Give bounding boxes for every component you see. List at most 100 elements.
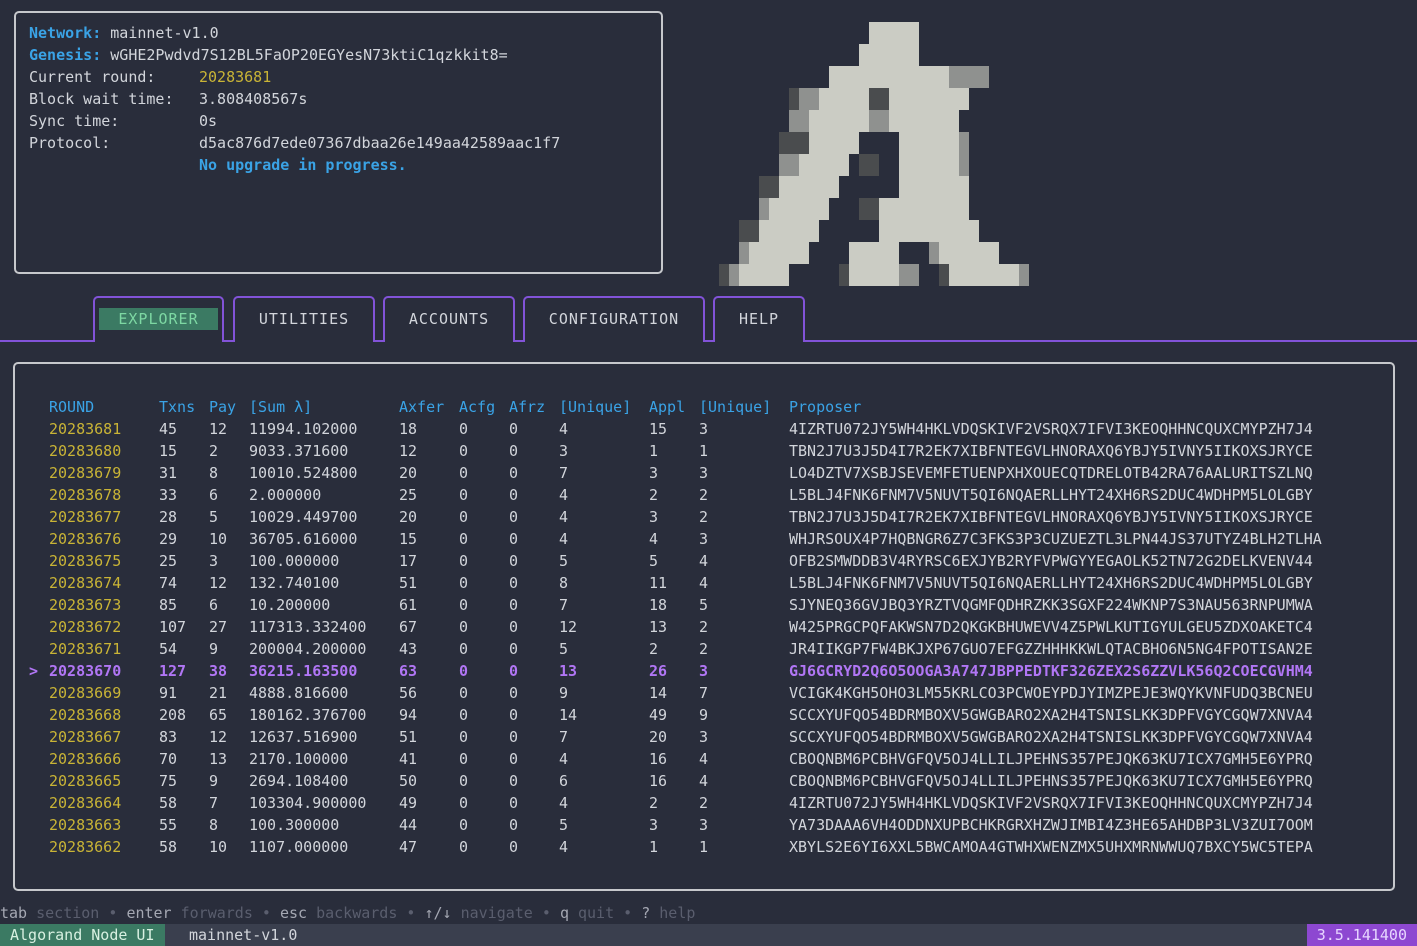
table-cell: 100.000000 — [249, 552, 340, 570]
table-cell: 0 — [509, 618, 519, 636]
tab-explorer[interactable]: EXPLORER — [93, 296, 224, 342]
table-cell: 208 — [159, 706, 187, 724]
tab-configuration[interactable]: CONFIGURATION — [523, 296, 705, 342]
table-cell: 13 — [559, 662, 578, 680]
col-acfg[interactable]: Acfg — [459, 396, 495, 418]
table-cell: 200004.200000 — [249, 640, 367, 658]
col-proposer[interactable]: Proposer — [789, 396, 861, 418]
table-cell: 58 — [159, 838, 178, 856]
table-cell: 1 — [699, 838, 709, 856]
table-cell: 2694.108400 — [249, 772, 349, 790]
table-cell: 8 — [209, 816, 219, 834]
table-cell: 20283666 — [49, 750, 122, 768]
table-cell: 7 — [559, 596, 569, 614]
genesis-value: wGHE2Pwdvd7S12BL5FaOP20EGYesN73ktiC1qzkk… — [110, 46, 508, 64]
table-cell: 0 — [459, 530, 469, 548]
table-cell: 36705.616000 — [249, 530, 358, 548]
table-cell: 0 — [459, 838, 469, 856]
table-cell: 15 — [399, 530, 418, 548]
table-cell: 2170.100000 — [249, 750, 349, 768]
table-cell: 5 — [559, 816, 569, 834]
table-cell: 51 — [399, 728, 418, 746]
tab-help[interactable]: HELP — [713, 296, 805, 342]
table-cell: 0 — [459, 618, 469, 636]
table-cell: 4 — [559, 750, 569, 768]
hint-description: help — [659, 904, 696, 922]
table-cell: 0 — [459, 486, 469, 504]
table-cell: 12637.516900 — [249, 728, 358, 746]
table-cell: 3 — [699, 728, 709, 746]
table-cell: 12 — [559, 618, 578, 636]
table-cell: TBN2J7U3J5D4I7R2EK7XIBFNTEGVLHNORAXQ6YBJ… — [789, 508, 1313, 526]
table-cell: 2 — [649, 486, 659, 504]
table-cell: OFB2SMWDDB3V4RYRSC6EXJYB2RYFVPWGYYEGAOLK… — [789, 552, 1313, 570]
table-cell: XBYLS2E6YI6XXL5BWCAMOA4GTWHXWENZMX5UHXMR… — [789, 838, 1313, 856]
table-cell: 5 — [209, 508, 219, 526]
tab-utilities-label: UTILITIES — [258, 310, 350, 328]
table-cell: 16 — [649, 772, 668, 790]
table-cell: 20283664 — [49, 794, 122, 812]
table-cell: 20 — [399, 508, 418, 526]
table-cell: 9 — [209, 772, 219, 790]
table-cell: 12 — [209, 574, 228, 592]
table-cell: 4 — [699, 750, 709, 768]
col-appl[interactable]: Appl — [649, 396, 685, 418]
hint-description: quit — [578, 904, 615, 922]
col-round[interactable]: ROUND — [49, 396, 94, 418]
col-pay[interactable]: Pay — [209, 396, 236, 418]
table-cell: 2 — [649, 794, 659, 812]
table-cell: 20283679 — [49, 464, 122, 482]
tab-utilities[interactable]: UTILITIES — [233, 296, 375, 342]
table-cell: 83 — [159, 728, 178, 746]
table-cell: 1 — [649, 838, 659, 856]
table-cell: 6 — [559, 772, 569, 790]
col-afrz[interactable]: Afrz — [509, 396, 545, 418]
table-cell: 0 — [509, 442, 519, 460]
table-cell: 3 — [699, 530, 709, 548]
col-axfer-unique[interactable]: [Unique] — [559, 396, 631, 418]
block-wait-label: Block wait time: — [29, 90, 174, 108]
table-cell: 4888.816600 — [249, 684, 349, 702]
table-cell: 0 — [459, 442, 469, 460]
table-cell: 0 — [509, 838, 519, 856]
table-cell: 15 — [159, 442, 178, 460]
table-cell: 25 — [159, 552, 178, 570]
table-cell: 36215.163500 — [249, 662, 358, 680]
table-cell: 2 — [699, 618, 709, 636]
table-cell: 4IZRTU072JY5WH4HKLVDQSKIVF2VSRQX7IFVI3KE… — [789, 794, 1313, 812]
table-cell: 10.200000 — [249, 596, 331, 614]
hint-description: navigate — [460, 904, 533, 922]
table-cell: 6 — [209, 486, 219, 504]
col-axfer[interactable]: Axfer — [399, 396, 444, 418]
table-cell: 0 — [459, 794, 469, 812]
col-sum[interactable]: [Sum λ] — [249, 396, 312, 418]
table-cell: 20283662 — [49, 838, 122, 856]
table-cell: SCCXYUFQO54BDRMBOXV5GWGBARO2XA2H4TSNISLK… — [789, 728, 1313, 746]
upgrade-status: No upgrade in progress. — [199, 156, 407, 174]
table-cell: 50 — [399, 772, 418, 790]
col-txns[interactable]: Txns — [159, 396, 195, 418]
table-cell: 2 — [699, 794, 709, 812]
hint-separator: • — [108, 904, 118, 922]
table-cell: 27 — [209, 618, 228, 636]
table-cell: 3 — [209, 552, 219, 570]
table-cell: CBOQNBM6PCBHVGFQV5OJ4LLILJPEHNS357PEJQK6… — [789, 750, 1313, 768]
col-appl-unique[interactable]: [Unique] — [699, 396, 771, 418]
network-row: Network: mainnet-v1.0 — [29, 22, 219, 44]
table-cell: 51 — [399, 574, 418, 592]
table-cell: 100.300000 — [249, 816, 340, 834]
tab-accounts[interactable]: ACCOUNTS — [383, 296, 515, 342]
table-cell: 56 — [399, 684, 418, 702]
table-cell: 8 — [559, 574, 569, 592]
table-cell: 0 — [509, 486, 519, 504]
table-cell: 20 — [649, 728, 668, 746]
table-cell: 4 — [649, 530, 659, 548]
table-cell: 7 — [699, 684, 709, 702]
table-cell: 44 — [399, 816, 418, 834]
table-cell: 0 — [459, 552, 469, 570]
table-cell: 2.000000 — [249, 486, 322, 504]
table-cell: 18 — [649, 596, 668, 614]
table-cell: 33 — [159, 486, 178, 504]
table-cell: 20283671 — [49, 640, 122, 658]
genesis-label: Genesis: — [29, 46, 102, 64]
